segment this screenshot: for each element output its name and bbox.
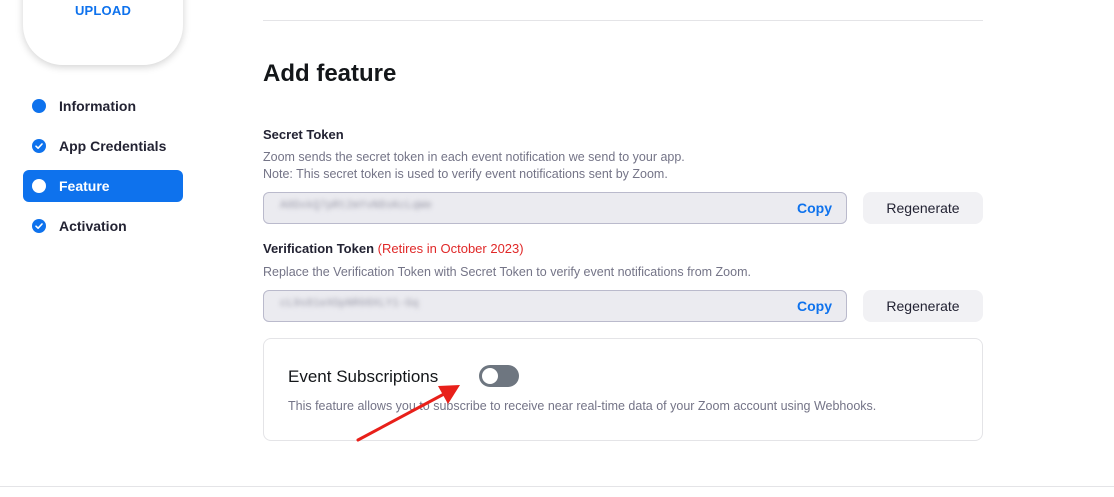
check-circle-icon <box>32 139 46 153</box>
sidebar-item-information[interactable]: Information <box>23 90 183 122</box>
secret-token-label: Secret Token <box>263 127 344 142</box>
secret-token-field[interactable]: A0DxkQ7pRt2mYvN8sKcLqWe Copy <box>263 192 847 224</box>
annotation-arrow-icon <box>356 385 460 442</box>
secret-token-value-redacted: A0DxkQ7pRt2mYvN8sKcLqWe <box>280 200 432 212</box>
check-circle-icon <box>32 219 46 233</box>
step-dot-icon <box>32 99 46 113</box>
retire-notice: (Retires in October 2023) <box>377 241 524 256</box>
sidebar-item-label: Information <box>59 98 136 114</box>
verification-token-hint: Replace the Verification Token with Secr… <box>263 265 751 279</box>
sidebar-item-feature[interactable]: Feature <box>23 170 183 202</box>
bottom-divider <box>0 486 1114 487</box>
verification-token-value-redacted: cL9s81eXOpNR08XLY1-Gq <box>280 298 419 310</box>
secret-token-hint: Zoom sends the secret token in each even… <box>263 150 685 164</box>
toggle-knob <box>482 368 498 384</box>
step-dot-icon <box>32 179 46 193</box>
regenerate-verification-token-button[interactable]: Regenerate <box>863 290 983 322</box>
verification-token-label: Verification Token (Retires in October 2… <box>263 241 524 256</box>
verification-token-field[interactable]: cL9s81eXOpNR08XLY1-Gq Copy <box>263 290 847 322</box>
copy-secret-token-button[interactable]: Copy <box>797 200 832 216</box>
sidebar-item-label: Feature <box>59 178 110 194</box>
verification-token-label-text: Verification Token <box>263 241 375 256</box>
app-logo-upload-card: UPLOAD <box>23 0 183 65</box>
sidebar-item-label: Activation <box>59 218 127 234</box>
page: UPLOAD Information App Credentials Featu… <box>0 0 1114 497</box>
regenerate-secret-token-button[interactable]: Regenerate <box>863 192 983 224</box>
copy-verification-token-button[interactable]: Copy <box>797 298 832 314</box>
sidebar-item-activation[interactable]: Activation <box>23 210 183 242</box>
secret-token-note: Note: This secret token is used to verif… <box>263 167 668 181</box>
top-divider <box>263 20 983 21</box>
page-title: Add feature <box>263 60 397 87</box>
sidebar-item-app-credentials[interactable]: App Credentials <box>23 130 183 162</box>
upload-link[interactable]: UPLOAD <box>23 3 183 18</box>
sidebar-item-label: App Credentials <box>59 138 167 154</box>
event-subscriptions-toggle[interactable] <box>479 365 519 387</box>
